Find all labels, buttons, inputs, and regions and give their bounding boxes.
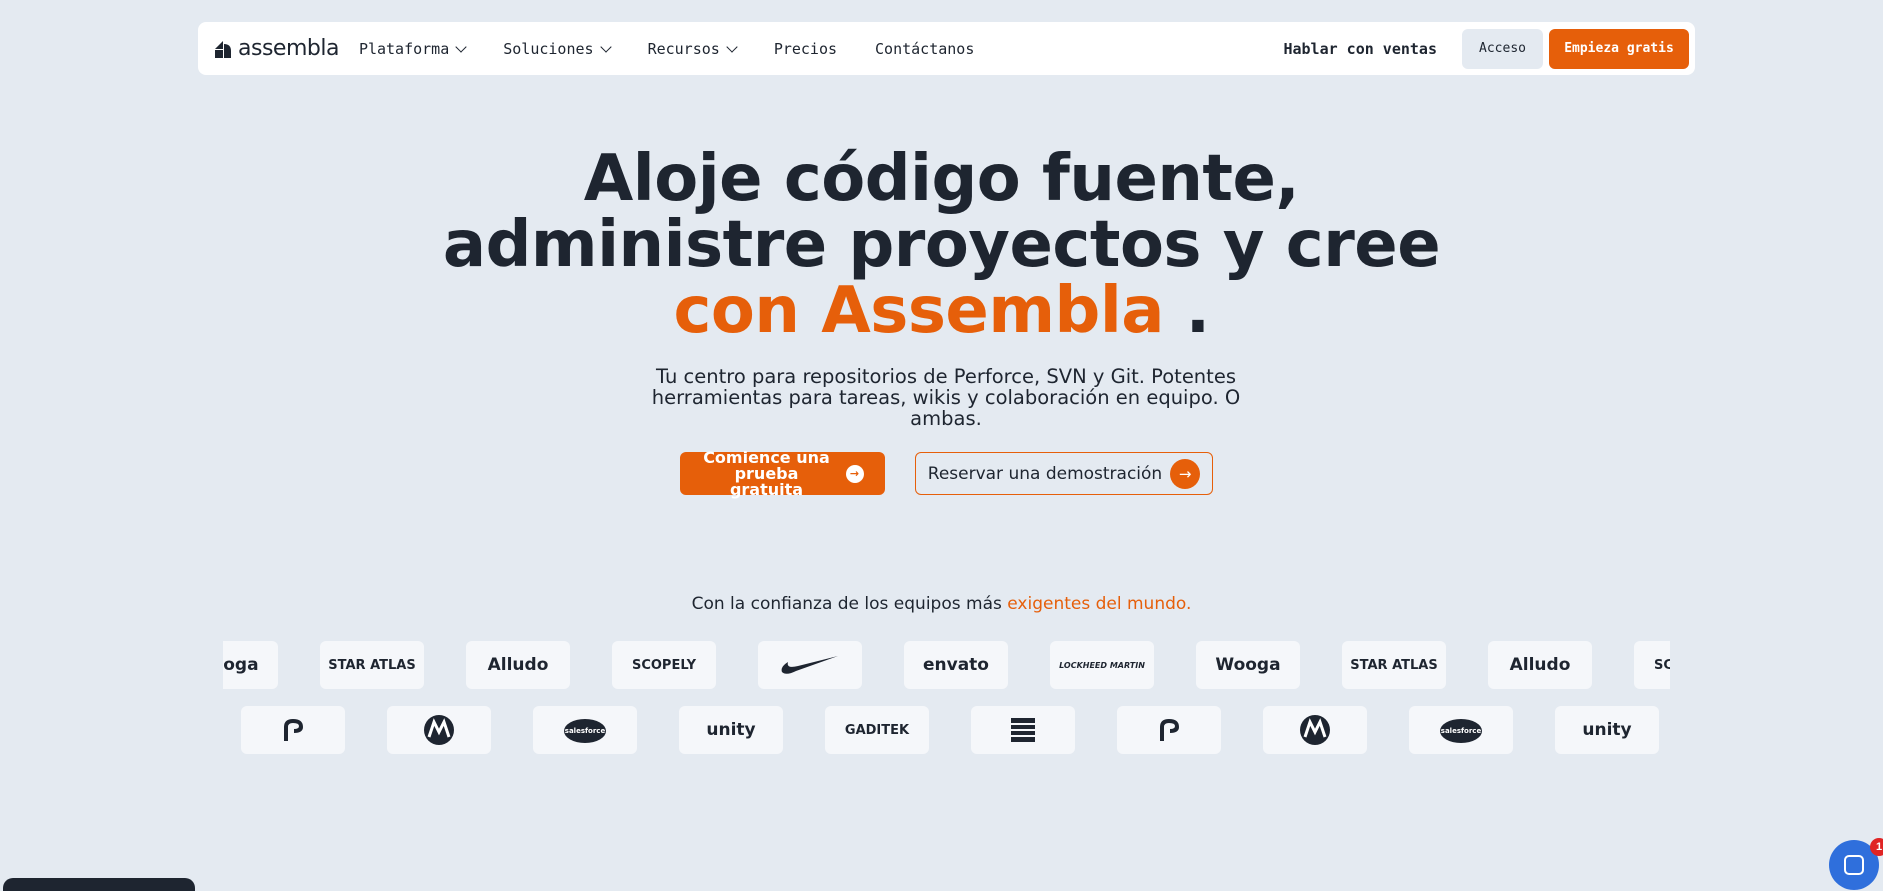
scopely-logo: SCOPELY <box>1634 641 1670 689</box>
book-demo-label: Reservar una demostración <box>927 463 1163 484</box>
hero-section: Aloje código fuente, administre proyecto… <box>0 146 1883 344</box>
alludo-logo: Alludo <box>466 641 570 689</box>
brand-name: assembla <box>238 36 339 61</box>
nav-item-recursos[interactable]: Recursos <box>647 39 738 58</box>
nav-item-soluciones[interactable]: Soluciones <box>503 39 612 58</box>
nav-item-label: Plataforma <box>358 39 450 58</box>
envato-logo: envato <box>904 641 1008 689</box>
stripes-icon <box>1011 718 1035 742</box>
scopely-logo: SCOPELY <box>612 641 716 689</box>
svg-text:salesforce: salesforce <box>1441 727 1482 735</box>
nav-item-contactanos[interactable]: Contáctanos <box>875 40 974 58</box>
hero-subtitle: Tu centro para repositorios de Perforce,… <box>651 365 1241 430</box>
book-demo-button[interactable]: Reservar una demostración → <box>915 452 1213 495</box>
playstation-icon <box>1160 719 1179 741</box>
nike-logo <box>758 641 862 689</box>
salesforce-cloud-icon: salesforce <box>1440 719 1482 743</box>
hero-title-suffix: . <box>1163 274 1210 348</box>
unity-logo: unity <box>679 706 783 754</box>
hero-title-line2: administre proyectos y cree <box>442 208 1441 282</box>
salesforce-logo: salesforce <box>533 706 637 754</box>
wooga-logo: Wooga <box>223 641 278 689</box>
customer-logos-row-2: salesforce unity GADITEK salesforce unit… <box>241 706 1659 754</box>
customer-logos-row-1: Wooga STAR ATLAS Alludo SCOPELY envato L… <box>223 641 1670 691</box>
chat-notification-badge: 1 <box>1870 838 1883 856</box>
login-button[interactable]: Acceso <box>1462 28 1543 69</box>
motorola-icon <box>1300 715 1330 745</box>
star-atlas-logo: STAR ATLAS <box>320 641 424 689</box>
motorola-logo <box>387 706 491 754</box>
hero-title-accent: con Assembla <box>673 274 1164 348</box>
motorola-icon <box>424 715 454 745</box>
nav-actions: Hablar con ventas Acceso Empieza gratis <box>1283 28 1689 69</box>
start-trial-button[interactable]: Comience una prueba gratuita → <box>680 447 885 499</box>
nav-item-plataforma[interactable]: Plataforma <box>358 39 467 58</box>
chevron-down-icon <box>599 40 612 53</box>
salesforce-cloud-icon: salesforce <box>564 719 606 743</box>
nav-item-precios[interactable]: Precios <box>774 40 837 58</box>
salesforce-logo: salesforce <box>1409 706 1513 754</box>
svg-text:salesforce: salesforce <box>565 727 606 735</box>
alludo-logo: Alludo <box>1488 641 1592 689</box>
playstation-logo <box>241 706 345 754</box>
playstation-logo <box>1117 706 1221 754</box>
cookie-settings-tab[interactable] <box>3 878 195 891</box>
assembla-logo[interactable]: assembla <box>212 36 339 61</box>
nav-item-label: Recursos <box>647 39 720 58</box>
gaditek-logo: GADITEK <box>825 706 929 754</box>
stripes-logo <box>971 706 1075 754</box>
star-atlas-logo: STAR ATLAS <box>1342 641 1446 689</box>
trust-statement: Con la confianza de los equipos más exig… <box>0 594 1883 614</box>
chat-icon <box>1844 855 1864 875</box>
hero-title-line1: Aloje código fuente, <box>583 142 1300 216</box>
trust-prefix: Con la confianza de los equipos más <box>691 594 1008 614</box>
start-trial-label: Comience una prueba gratuita <box>703 447 830 499</box>
hero-title: Aloje código fuente, administre proyecto… <box>0 146 1883 344</box>
lockheed-martin-logo: LOCKHEED MARTIN <box>1050 641 1154 689</box>
talk-to-sales-link[interactable]: Hablar con ventas <box>1283 40 1437 58</box>
trust-accent: exigentes del mundo. <box>1007 594 1192 614</box>
nav-menu: Plataforma Soluciones Recursos Precios C… <box>359 40 1012 58</box>
start-free-button[interactable]: Empieza gratis <box>1549 28 1689 69</box>
arrow-right-icon: → <box>845 464 864 483</box>
nike-swoosh-icon <box>781 656 838 674</box>
motorola-logo <box>1263 706 1367 754</box>
arrow-right-icon: → <box>1170 458 1201 489</box>
playstation-icon <box>284 719 303 741</box>
nav-item-label: Soluciones <box>503 39 594 58</box>
chevron-down-icon <box>726 40 738 53</box>
unity-logo: unity <box>1555 706 1659 754</box>
wooga-logo: Wooga <box>1196 641 1300 689</box>
nav-item-label: Precios <box>773 39 838 58</box>
top-navbar: assembla Plataforma Soluciones Recursos … <box>198 22 1695 75</box>
assembla-logo-icon <box>215 40 231 58</box>
chevron-down-icon <box>455 40 467 53</box>
nav-item-label: Contáctanos <box>875 39 975 58</box>
